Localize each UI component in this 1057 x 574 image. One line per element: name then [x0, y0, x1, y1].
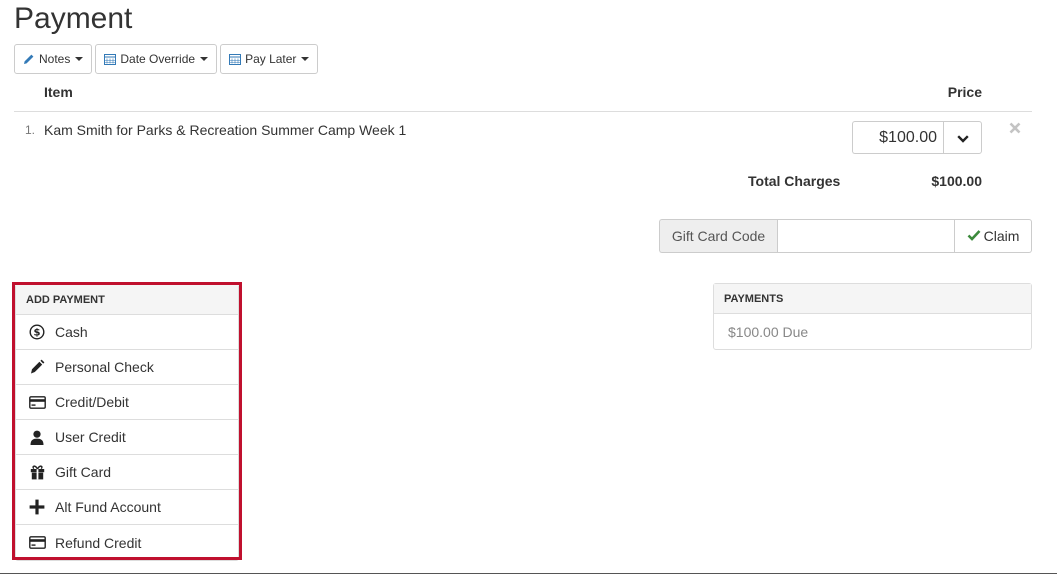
calendar-icon — [229, 53, 242, 65]
caret-down-icon — [301, 57, 310, 61]
column-header-price: Price — [947, 84, 982, 100]
notes-dropdown-button[interactable]: Notes — [14, 44, 93, 74]
remove-item-button[interactable] — [1009, 121, 1021, 139]
page-title: Payment — [14, 2, 133, 35]
chevron-down-icon — [956, 130, 969, 146]
caret-down-icon — [75, 57, 84, 61]
pencil-icon — [23, 53, 35, 65]
price-dropdown-button[interactable] — [943, 121, 982, 154]
payments-panel: PAYMENTS $100.00 Due — [713, 283, 1032, 350]
total-charges-value: $100.00 — [931, 173, 982, 189]
claim-label: Claim — [983, 228, 1020, 244]
notes-label: Notes — [39, 52, 71, 66]
row-number: 1. — [25, 123, 36, 137]
date-override-dropdown-button[interactable]: Date Override — [95, 44, 218, 74]
toolbar: Notes Date Override Pay Later — [14, 44, 319, 74]
caret-down-icon — [200, 57, 209, 61]
price-selector: $100.00 — [852, 121, 982, 154]
gift-card-code-label: Gift Card Code — [659, 219, 777, 253]
amount-due-text: $100.00 Due — [728, 324, 809, 340]
highlight-box — [12, 282, 242, 560]
price-value[interactable]: $100.00 — [852, 121, 943, 154]
gift-card-group: Gift Card Code Claim — [659, 219, 1032, 253]
header-divider — [14, 111, 1032, 112]
gift-card-code-input[interactable] — [777, 219, 955, 253]
total-charges-label: Total Charges — [748, 173, 841, 189]
date-override-label: Date Override — [120, 52, 196, 66]
column-header-item: Item — [44, 84, 73, 100]
pay-later-label: Pay Later — [245, 52, 297, 66]
claim-button[interactable]: Claim — [955, 219, 1032, 253]
item-description: Kam Smith for Parks & Recreation Summer … — [44, 122, 407, 138]
close-icon — [1009, 121, 1021, 138]
calendar-icon — [104, 53, 117, 65]
check-icon — [967, 228, 981, 244]
payments-heading: PAYMENTS — [714, 284, 1031, 314]
pay-later-dropdown-button[interactable]: Pay Later — [220, 44, 319, 74]
